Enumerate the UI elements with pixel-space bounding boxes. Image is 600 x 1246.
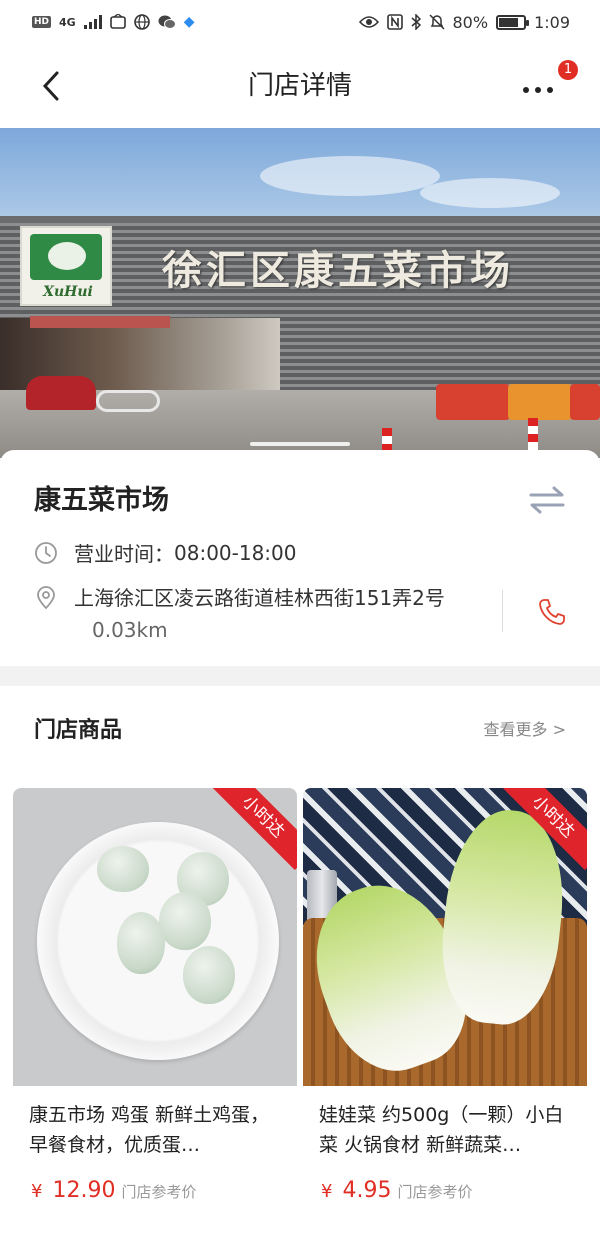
product-price: 4.95 — [342, 1178, 392, 1203]
see-more-link[interactable]: 查看更多 > — [484, 716, 567, 740]
distance: 0.03km — [92, 618, 168, 642]
eye-icon — [358, 16, 379, 28]
hours-label: 营业时间： — [74, 542, 174, 566]
product-price: 12.90 — [52, 1178, 116, 1203]
currency-symbol: ¥ — [321, 1181, 333, 1202]
location-icon — [37, 586, 55, 610]
call-button[interactable] — [537, 597, 567, 627]
product-card[interactable]: 小时达 娃娃菜 约500g（一颗）小白菜 火锅食材 新鲜蔬菜… ¥ 4.95 门… — [303, 788, 587, 1228]
more-icon — [523, 87, 553, 93]
address-line: 上海徐汇区凌云路街道桂林西街151弄2号 — [74, 586, 445, 610]
nav-bar: 门店详情 1 — [0, 44, 600, 128]
shield-icon: ◆ — [183, 14, 195, 30]
photo-barrier — [570, 384, 600, 420]
business-hours: 营业时间： 08:00-18:00 — [34, 538, 297, 567]
store-photo[interactable]: XuHui 徐汇区康五菜市场 — [0, 128, 600, 458]
globe-icon — [133, 14, 150, 30]
photo-barrier — [436, 384, 510, 420]
network-type: 4G — [59, 15, 76, 29]
price-note: 门店参考价 — [397, 1183, 473, 1201]
price-row: ¥ 12.90 门店参考价 — [31, 1178, 196, 1203]
photo-bicycle — [96, 390, 160, 412]
carousel-indicator[interactable] — [250, 442, 350, 446]
wechat-icon — [158, 15, 176, 29]
phone-icon — [539, 599, 565, 625]
store-info-card: 康五菜市场 营业时间： 08:00-18:00 上海徐汇区凌云路街道桂林西街151… — [0, 450, 600, 666]
image-egg — [117, 912, 165, 974]
product-image: 小时达 — [303, 788, 587, 1086]
image-egg — [183, 946, 235, 1004]
page-title: 门店详情 — [247, 71, 352, 101]
more-button[interactable] — [518, 70, 558, 102]
switch-store-icon — [529, 486, 565, 514]
product-card[interactable]: 小时达 康五市场 鸡蛋 新鲜土鸡蛋，早餐食材，优质蛋… ¥ 12.90 门店参考… — [13, 788, 297, 1228]
status-right: 80% 1:09 — [358, 12, 570, 32]
price-row: ¥ 4.95 门店参考价 — [321, 1178, 472, 1203]
battery-percent: 80% — [452, 12, 489, 32]
image-egg — [159, 892, 211, 950]
notification-badge: 1 — [558, 60, 578, 80]
market-sign: 徐汇区康五菜市场 — [162, 248, 514, 294]
price-note: 门店参考价 — [121, 1183, 197, 1201]
photo-awning — [30, 316, 170, 328]
address-text: 上海徐汇区凌云路街道桂林西街151弄2号 0.03km — [74, 582, 484, 646]
image-egg — [97, 846, 149, 892]
logo-leaf — [30, 234, 102, 280]
divider — [502, 590, 503, 632]
switch-store-button[interactable] — [528, 484, 566, 516]
battery-icon — [496, 14, 530, 30]
store-address[interactable]: 上海徐汇区凌云路街道桂林西街151弄2号 0.03km — [34, 582, 484, 646]
product-name: 康五市场 鸡蛋 新鲜土鸡蛋，早餐食材，优质蛋… — [29, 1104, 270, 1156]
section-title: 门店商品 — [34, 718, 123, 743]
hd-icon: HD — [32, 16, 52, 28]
hours-value: 08:00-18:00 — [174, 540, 297, 565]
store-name: 康五菜市场 — [34, 485, 169, 516]
market-logo: XuHui — [20, 226, 112, 306]
clock-icon — [35, 541, 57, 564]
photo-barrier — [508, 384, 572, 420]
photo-cloud — [260, 156, 440, 196]
signal-icon — [83, 15, 102, 29]
product-image: 小时达 — [13, 788, 297, 1086]
app-notification-icon — [109, 14, 126, 29]
photo-cloud — [420, 178, 560, 208]
currency-symbol: ¥ — [31, 1181, 43, 1202]
logo-text: XuHui — [43, 284, 93, 300]
bluetooth-icon — [411, 14, 421, 30]
store-products-section: 门店商品 查看更多 > 小时达 康五市场 鸡蛋 新鲜土鸡蛋，早餐食材，优质蛋… … — [0, 686, 600, 1246]
status-bar: HD 4G ◆ 80% 1:09 — [0, 0, 600, 44]
mute-bell-icon — [428, 14, 445, 30]
status-left: HD 4G ◆ — [32, 14, 194, 30]
product-name: 娃娃菜 约500g（一颗）小白菜 火锅食材 新鲜蔬菜… — [319, 1104, 564, 1156]
battery-fill — [499, 17, 519, 27]
clock-time: 1:09 — [534, 12, 570, 32]
photo-scooter — [26, 376, 96, 410]
nfc-icon — [386, 14, 403, 30]
